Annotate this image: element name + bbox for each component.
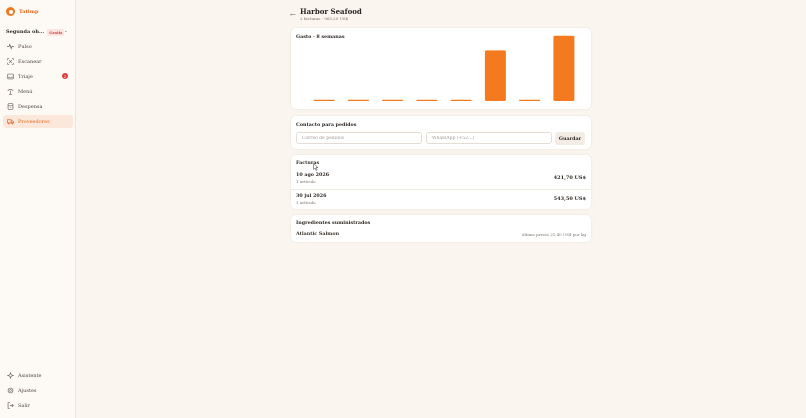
invoice-amount: 543,50 US$ [553,196,586,202]
chart-bar-week-1 [313,99,335,101]
invoice-row[interactable]: 10 ago 2026 1 artículo 421,70 US$ [291,172,591,190]
invoice-amount: 421,70 US$ [553,175,586,181]
restaurant-switcher[interactable]: Segunda oh... Gratis ⌄ [6,27,70,37]
mouse-cursor-icon [313,163,319,171]
chart-bar-week-4 [416,99,438,101]
assistant-icon [7,372,14,379]
order-contact-card: Contacto para pedidos Guardar [291,116,591,149]
invoice-row[interactable]: 30 jul 2026 1 artículo 543,50 US$ [291,193,591,211]
pantry-icon [7,103,14,110]
invoice-item-count: 1 artículo [296,200,316,205]
nav-label: Triaje [18,73,33,80]
page-subtitle: 2 facturas · 965,20 US$ [300,16,349,21]
chart-bar-week-5 [450,99,472,101]
chart-bar-week-8 [553,35,575,101]
nav-label: Asistente [18,372,42,379]
nav-label: Pulso [18,43,32,50]
invoice-date: 30 jul 2026 [296,193,327,199]
nav-label: Salir [18,402,30,409]
brand-logo-icon [6,7,15,16]
nav-label: Despensa [18,103,43,110]
plan-badge: Gratis [47,28,65,36]
save-button[interactable]: Guardar [555,132,585,145]
nav-item-asistente[interactable]: Asistente [3,369,73,382]
nav-item-proveedores[interactable]: Proveedores [3,115,73,128]
triage-count-badge: 2 [62,73,68,79]
logout-icon [7,402,14,409]
ingredient-name[interactable]: Atlantic Salmon [296,231,339,237]
divider [291,189,591,190]
brand-name: Tatimp [19,8,39,15]
sidebar: Tatimp Segunda oh... Gratis ⌄ Pulso Esca… [0,0,76,418]
chart-bar-week-3 [382,99,404,101]
spend-chart [313,35,575,101]
menu-icon [7,88,14,95]
nav-label: Ajustes [18,387,37,394]
nav-item-escanear[interactable]: Escanear [3,55,73,68]
restaurant-name: Segunda oh... [6,29,45,35]
page-title: Harbor Seafood [300,7,362,16]
nav-item-menu[interactable]: Menú [3,85,73,98]
invoice-date: 10 ago 2026 [296,172,330,178]
gear-icon [7,387,14,394]
brand[interactable]: Tatimp [6,7,38,16]
pulse-icon [7,43,14,50]
bottom-nav: Asistente Ajustes Salir [3,369,73,414]
invoice-item-count: 1 artículo [296,179,316,184]
scan-icon [7,58,14,65]
ingredients-card: Ingredientes suministrados Atlantic Salm… [291,215,591,242]
chevron-down-icon: ⌄ [63,28,68,34]
chart-bar-week-6 [484,50,506,101]
truck-icon [7,118,14,125]
nav-item-pulso[interactable]: Pulso [3,40,73,53]
back-arrow-icon[interactable]: ← [290,11,296,19]
nav-label: Menú [18,88,33,95]
nav-label: Escanear [18,58,42,65]
ingredient-last-price: último precio 21,40 US$ por kg [521,232,586,237]
nav-label: Proveedores [18,118,50,125]
nav-item-ajustes[interactable]: Ajustes [3,384,73,397]
chart-bar-week-2 [347,99,369,101]
chart-bar-week-7 [519,99,541,101]
contact-title: Contacto para pedidos [296,122,357,128]
spend-chart-card: Gasto · 8 semanas [291,28,591,109]
inbox-icon [7,73,14,80]
invoices-card: Facturas 10 ago 2026 1 artículo 421,70 U… [291,155,591,209]
main-nav: Pulso Escanear Triaje 2 Menú Despensa Pr… [3,40,73,130]
nav-item-despensa[interactable]: Despensa [3,100,73,113]
whatsapp-input[interactable] [426,132,552,144]
order-email-input[interactable] [296,132,422,144]
nav-item-salir[interactable]: Salir [3,399,73,412]
nav-item-triaje[interactable]: Triaje 2 [3,70,73,83]
ingredients-title: Ingredientes suministrados [296,220,371,226]
